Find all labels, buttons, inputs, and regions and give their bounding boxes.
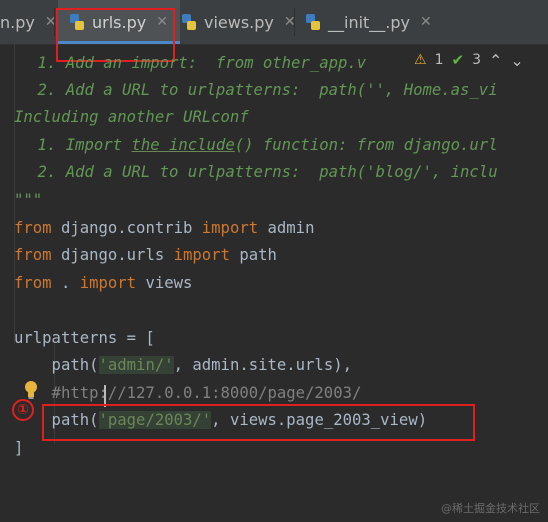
warning-count: 1 [434,52,444,68]
previous-highlight-icon[interactable]: ⌃ [489,51,502,70]
code-line-import-views: from . import views [14,274,193,292]
next-highlight-icon[interactable]: ⌄ [510,51,523,70]
code-line-close-bracket: ] [14,439,24,457]
python-file-icon [182,14,196,30]
code-line-urlpatterns: urlpatterns = [ [14,329,155,347]
tab-label: __init__.py [328,12,411,32]
annotation-number-badge: ① [12,399,34,421]
code-line-import-admin: from django.contrib import admin [14,219,315,237]
ok-count: 3 [472,52,481,68]
tab-label: views.py [204,12,274,32]
warning-icon: ⚠ [414,52,427,68]
watermark: @稀土掘金技术社区 [441,502,540,515]
code-line-admin-path: path('admin/', admin.site.urls), [14,356,352,374]
python-file-icon [306,14,320,30]
code-line-import-path: from django.urls import path [14,246,277,264]
code-line: 1. Import the include() function: from d… [0,136,498,154]
inspection-widget[interactable]: ⚠ 1 ✔ 3 ⌃ ⌄ [410,49,528,71]
lightbulb-icon[interactable] [24,380,38,400]
check-icon: ✔ [451,51,465,69]
code-line: 2. Add a URL to urlpatterns: path('blog/… [0,163,498,181]
close-icon[interactable]: ✕ [420,14,432,30]
tab-views-py[interactable]: views.py ✕ [180,0,296,44]
code-editor[interactable]: 1. Add an import: from other_app.v 2. Ad… [0,44,548,522]
code-line: """ [14,191,43,209]
tab-n-py[interactable]: n.py ✕ [0,0,57,44]
tab-label: n.py [0,12,35,32]
code-line: 2. Add a URL to urlpatterns: path('', Ho… [0,81,498,99]
tab-init-py[interactable]: __init__.py ✕ [304,0,432,44]
code-line: Including another URLconf [14,108,249,126]
code-line: 1. Add an import: from other_app.v [0,54,367,72]
code-line-comment: #http://127.0.0.1:8000/page/2003/ [14,384,362,402]
code-highlight-box [42,404,475,441]
